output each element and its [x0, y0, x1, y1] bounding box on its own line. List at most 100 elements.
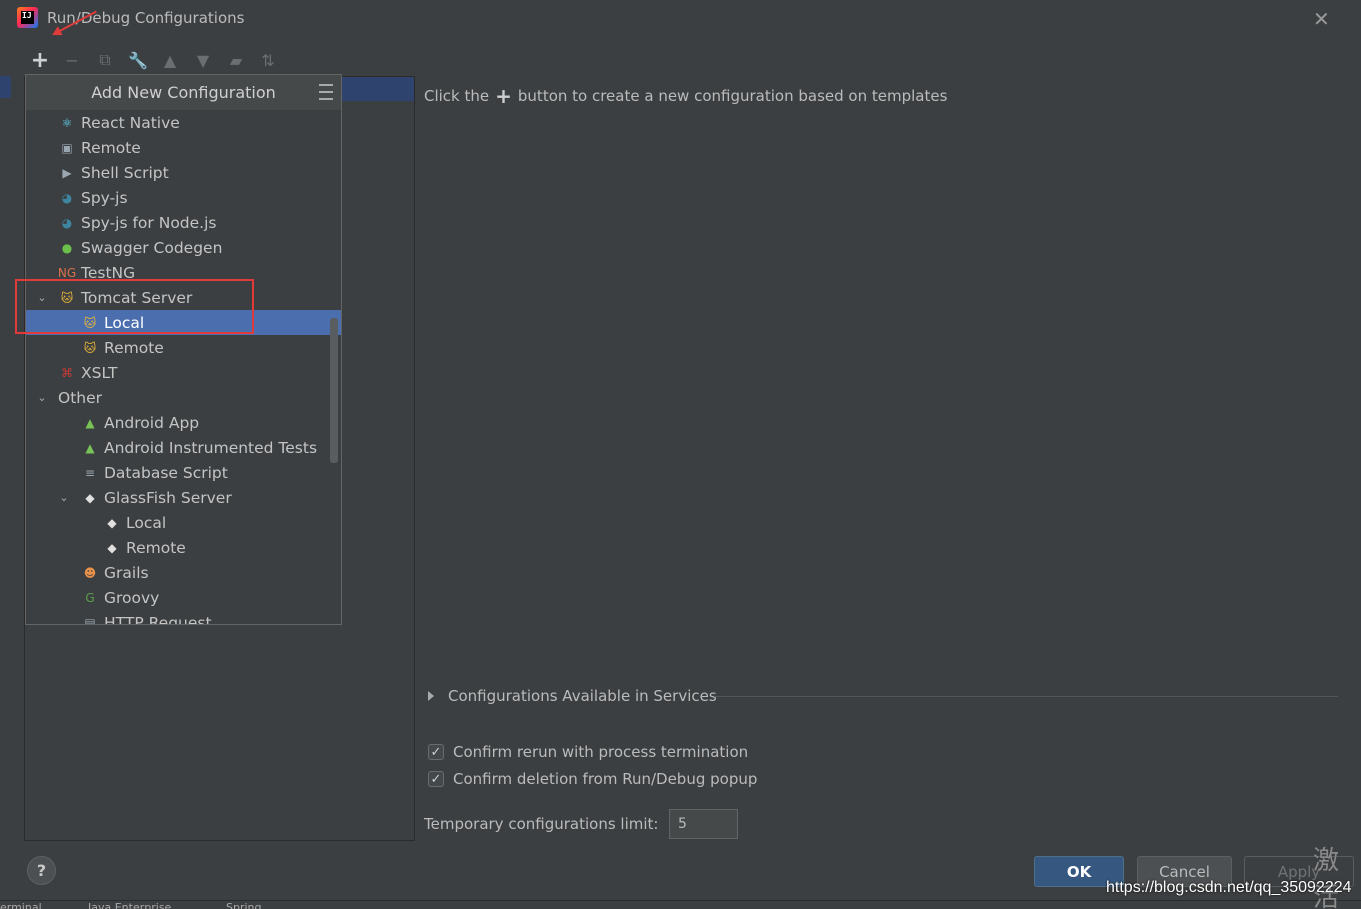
testng-icon: NG — [57, 265, 77, 280]
shell-script-icon: ▶ — [62, 165, 72, 180]
confirm-rerun-label: Confirm rerun with process termination — [453, 743, 749, 761]
template-item-label: React Native — [81, 113, 180, 132]
template-item[interactable]: ⌄ ◆ GlassFish Server — [26, 485, 341, 510]
android-icon: ▲ — [85, 415, 95, 430]
tool-window-tab[interactable]: Spring — [226, 901, 262, 909]
template-item-label: Shell Script — [81, 163, 169, 182]
template-item-label: Android Instrumented Tests — [104, 438, 318, 457]
copy-icon[interactable]: ⧉ — [93, 46, 117, 74]
remote-icon: ▣ — [61, 140, 73, 155]
template-item-label: GlassFish Server — [104, 488, 232, 507]
checkmark-icon: ✓ — [428, 744, 444, 760]
move-down-icon[interactable]: ▼ — [191, 46, 215, 74]
wrench-icon[interactable]: 🔧 — [126, 46, 150, 74]
grails-icon: ☻ — [83, 565, 97, 580]
template-item[interactable]: 🐱 Remote — [26, 335, 341, 360]
template-item[interactable]: ◕ Spy-js — [26, 185, 341, 210]
chevron-down-icon[interactable]: ⌄ — [58, 491, 70, 504]
template-item[interactable]: ☻ Grails — [26, 560, 341, 585]
template-item[interactable]: ⌘ XSLT — [26, 360, 341, 385]
popup-header: Add New Configuration — [26, 75, 341, 110]
services-label: Configurations Available in Services — [448, 687, 717, 705]
plus-icon: + — [495, 84, 512, 108]
empty-state-hint: Click the + button to create a new confi… — [424, 84, 947, 108]
template-item-label: Local — [104, 313, 145, 332]
url-watermark: https://blog.csdn.net/qq_35092224 — [1106, 879, 1352, 896]
template-item[interactable]: ▶ Shell Script — [26, 160, 341, 185]
confirm-deletion-checkbox[interactable]: ✓ Confirm deletion from Run/Debug popup — [428, 769, 757, 789]
template-item-label: HTTP Request — [104, 613, 212, 625]
tool-window-tab[interactable]: Java Enterprise — [88, 901, 171, 909]
help-button[interactable]: ? — [27, 856, 56, 885]
chevron-down-icon[interactable]: ⌄ — [36, 391, 48, 404]
title-bar: IJ Run/Debug Configurations ✕ — [0, 0, 1361, 38]
window-title: Run/Debug Configurations — [47, 9, 245, 27]
spy-js-node-icon: ◕ — [61, 215, 73, 230]
template-item[interactable]: ▲ Android Instrumented Tests — [26, 435, 341, 460]
tree-selection-highlight — [342, 77, 414, 101]
template-item-label: Other — [58, 388, 103, 407]
popup-title: Add New Configuration — [91, 83, 276, 102]
confirm-deletion-label: Confirm deletion from Run/Debug popup — [453, 770, 758, 788]
tool-window-tab[interactable]: erminal — [0, 901, 42, 909]
activation-watermark: 激活 — [1313, 846, 1340, 909]
tomcat-icon: 🐱 — [60, 290, 74, 305]
tool-window-bar: erminal Java Enterprise Spring — [0, 900, 1361, 909]
template-item[interactable]: ● Swagger Codegen — [26, 235, 341, 260]
add-icon[interactable]: + — [28, 46, 52, 74]
spy-js-icon: ◕ — [61, 190, 73, 205]
template-item-label: Local — [126, 513, 167, 532]
template-item-label: Tomcat Server — [81, 288, 193, 307]
android-tests-icon: ▲ — [85, 440, 95, 455]
template-item[interactable]: ≡ Database Script — [26, 460, 341, 485]
http-request-icon: ▤ — [84, 615, 96, 625]
tomcat-local-icon: 🐱 — [83, 315, 97, 330]
template-item-label: Spy-js — [81, 188, 128, 207]
checkmark-icon: ✓ — [428, 771, 444, 787]
sort-icon[interactable]: ⇅ — [256, 46, 280, 74]
swagger-icon: ● — [61, 240, 73, 255]
template-item-label: Spy-js for Node.js — [81, 213, 217, 232]
services-section-toggle[interactable]: Configurations Available in Services — [428, 686, 717, 706]
template-item[interactable]: ⚛ React Native — [26, 110, 341, 135]
groovy-icon: G — [85, 590, 95, 605]
hint-text-before: Click the — [424, 87, 490, 105]
template-item[interactable]: ▤ HTTP Request — [26, 610, 341, 625]
collapse-all-icon[interactable] — [319, 83, 333, 101]
template-item[interactable]: ◆ Remote — [26, 535, 341, 560]
template-item[interactable]: NG TestNG — [26, 260, 341, 285]
section-separator — [714, 696, 1338, 697]
temp-limit-input[interactable] — [669, 809, 738, 839]
template-item-label: Grails — [104, 563, 149, 582]
template-item[interactable]: ◕ Spy-js for Node.js — [26, 210, 341, 235]
template-item[interactable]: G Groovy — [26, 585, 341, 610]
tomcat-remote-icon: 🐱 — [83, 340, 97, 355]
template-item-label: Database Script — [104, 463, 228, 482]
template-item-label: Remote — [81, 138, 141, 157]
close-icon[interactable]: ✕ — [1313, 7, 1330, 31]
template-item-label: Android App — [104, 413, 200, 432]
popup-scrollbar[interactable] — [330, 318, 338, 463]
confirm-rerun-checkbox[interactable]: ✓ Confirm rerun with process termination — [428, 742, 748, 762]
template-item[interactable]: ⌄ 🐱 Tomcat Server — [26, 285, 341, 310]
template-item[interactable]: 🐱 Local — [26, 310, 341, 335]
template-item-label: Remote — [104, 338, 164, 357]
template-item-label: Groovy — [104, 588, 160, 607]
glassfish-remote-icon: ◆ — [107, 540, 117, 555]
remove-icon[interactable]: − — [60, 46, 84, 74]
xslt-icon: ⌘ — [61, 365, 73, 380]
expand-triangle-icon — [428, 691, 434, 701]
temp-limit-label: Temporary configurations limit: — [424, 815, 659, 833]
template-item-label: XSLT — [81, 363, 118, 382]
add-configuration-popup: Add New Configuration ⚛ React Native ▣ Remo… — [25, 74, 342, 625]
chevron-down-icon[interactable]: ⌄ — [36, 291, 48, 304]
template-item[interactable]: ▲ Android App — [26, 410, 341, 435]
template-item[interactable]: ▣ Remote — [26, 135, 341, 160]
folder-icon[interactable]: ▰ — [224, 46, 248, 74]
template-item[interactable]: ⌄ Other — [26, 385, 341, 410]
template-item-label: Remote — [126, 538, 186, 557]
move-up-icon[interactable]: ▲ — [158, 46, 182, 74]
toolbar: + − ⧉ 🔧 ▲ ▼ ▰ ⇅ — [26, 46, 326, 74]
template-item[interactable]: ◆ Local — [26, 510, 341, 535]
glassfish-local-icon: ◆ — [107, 515, 117, 530]
